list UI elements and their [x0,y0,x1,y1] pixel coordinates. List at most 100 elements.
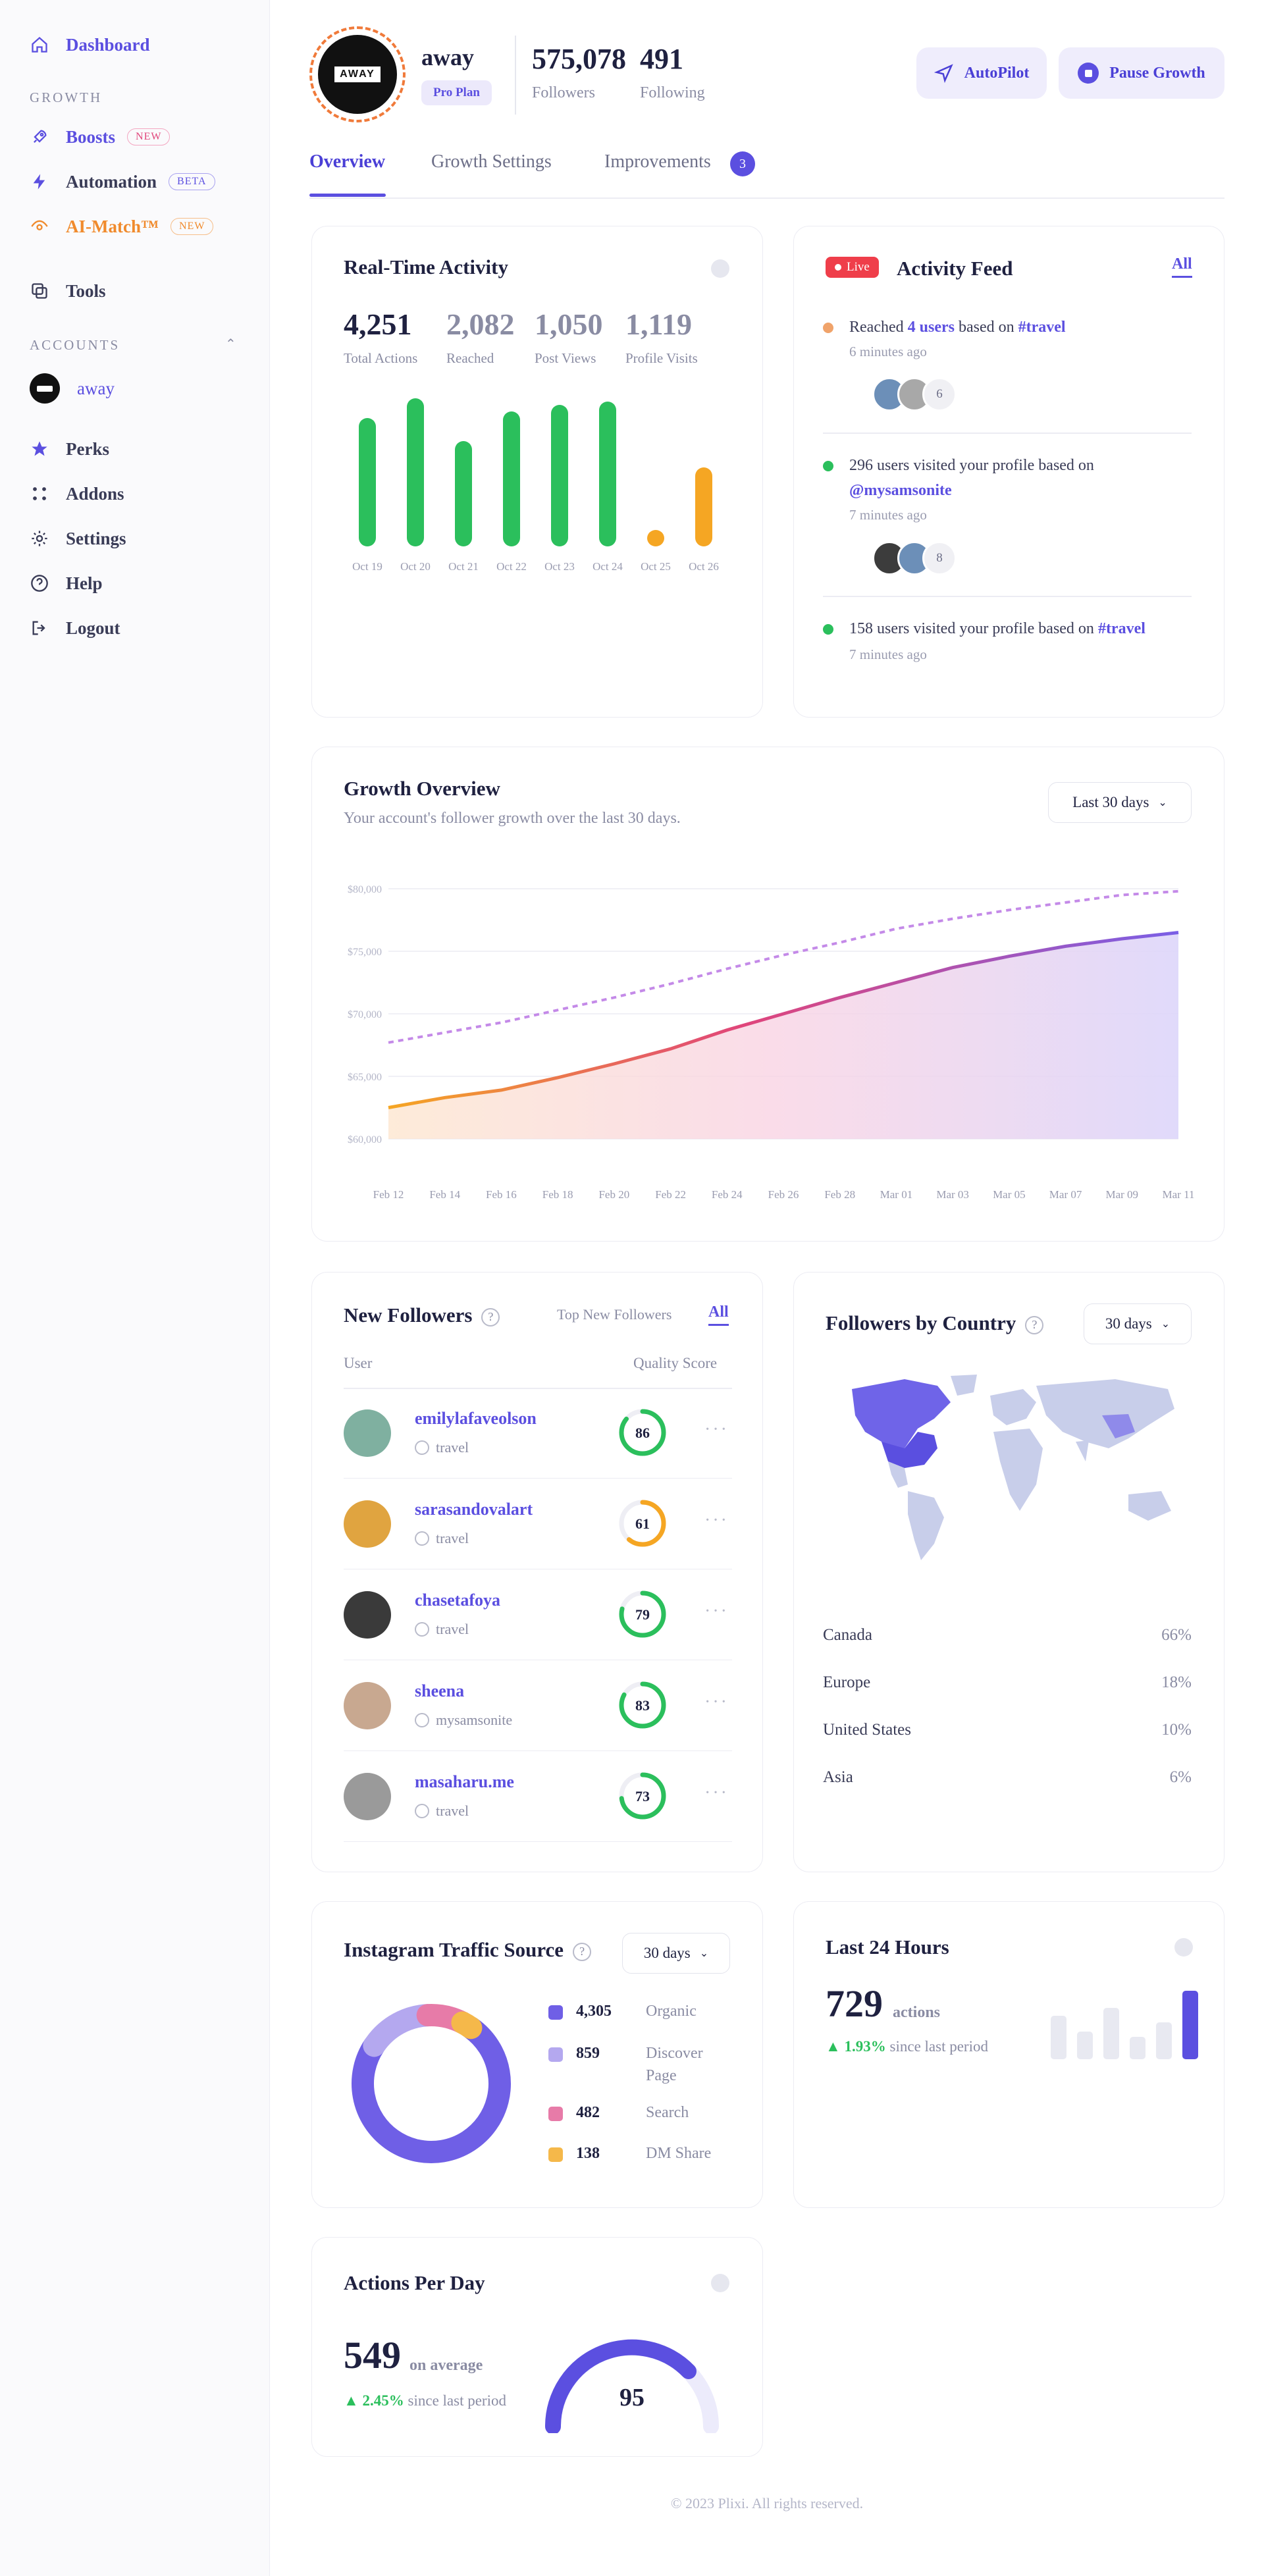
apd-gauge [544,2339,719,2433]
beta-badge: BETA [169,173,215,190]
pause-growth-button[interactable]: Pause Growth [1059,47,1224,99]
realtime-bar-chart: Oct 19 Oct 20 Oct 21 Oct 22 Oct 23 Oct 24 Oct … [352,398,719,573]
sidebar-item-addons[interactable]: Addons [30,481,124,507]
sidebar-label: Boosts [66,126,116,147]
sidebar-item-automation[interactable]: Automation BETA [30,169,215,195]
sidebar-label: away [77,378,115,398]
y-tick-label: $75,000 [348,947,382,958]
tab-growth-settings[interactable]: Growth Settings [431,151,552,172]
more-options-icon[interactable]: ··· [704,1601,729,1622]
sidebar-item-ai-match[interactable]: AI-Match™ NEW [30,213,214,240]
logout-icon [30,618,49,638]
sidebar-item-dashboard[interactable]: Dashboard [30,32,150,58]
live-badge: Live [826,257,879,278]
tab-improvements[interactable]: Improvements [604,151,711,172]
feed-avatar-stack[interactable]: 8 [872,541,957,575]
follower-username[interactable]: masaharu.me [415,1772,514,1792]
more-options-icon[interactable]: ··· [704,1692,729,1713]
stat-post-views: 1,050 [535,307,603,341]
feed-filter-all[interactable]: All [1172,255,1192,278]
score-value: 83 [635,1697,650,1714]
more-options-icon[interactable]: ··· [704,1783,729,1804]
follower-tag: mysamsonite [415,1712,512,1729]
stat-total-actions: 4,251 [344,307,412,341]
filter-top-new-followers[interactable]: Top New Followers [557,1306,672,1323]
x-tick-label: Feb 20 [598,1188,629,1201]
traffic-range-select[interactable]: 30 days ⌄ [622,1933,730,1974]
pause-label: Pause Growth [1109,64,1205,82]
stat-label: Profile Visits [625,350,698,366]
table-row[interactable]: chasetafoya travel 79 ··· [344,1569,732,1660]
more-avatars-count: 6 [922,377,957,411]
table-row[interactable]: emilylafaveolson travel 86 ··· [344,1388,732,1479]
sidebar-item-perks[interactable]: Perks [30,436,109,462]
mini-bar-active [1182,1991,1198,2059]
hashtag-circle-icon [415,1622,429,1637]
avatar[interactable] [344,1591,391,1639]
status-dot [711,259,729,278]
filter-all[interactable]: All [708,1303,729,1326]
sidebar-item-tools[interactable]: Tools [30,278,106,304]
tools-icon [30,281,49,301]
follower-username[interactable]: sheena [415,1681,464,1701]
change-label: since last period [408,2392,506,2409]
sidebar-item-boosts[interactable]: Boosts NEW [30,124,171,150]
country-percent: 6% [1169,1768,1192,1786]
mini-bar [1156,2022,1172,2059]
sidebar-item-logout[interactable]: Logout [30,615,120,641]
help-icon[interactable]: ? [481,1307,500,1327]
table-row[interactable]: masaharu.me travel 73 ··· [344,1751,732,1842]
feed-avatar-stack[interactable]: 6 [872,377,957,411]
follower-username[interactable]: chasetafoya [415,1590,500,1610]
x-tick-label: Mar 05 [993,1188,1026,1201]
feed-item-time: 7 minutes ago [849,646,927,662]
growth-range-select[interactable]: Last 30 days ⌄ [1048,782,1192,823]
autopilot-button[interactable]: AutoPilot [916,47,1047,99]
quality-score-ring: 73 [619,1772,666,1820]
more-options-icon[interactable]: ··· [704,1419,729,1440]
status-dot [1174,1938,1193,1957]
mini-bar [1051,2016,1066,2059]
follower-tag: travel [415,1621,469,1638]
tag-label: travel [436,1530,469,1546]
tab-overview[interactable]: Overview [309,151,385,172]
last24-mini-bars [1051,1991,1198,2059]
profile-avatar: AWAY [318,35,397,114]
map-region-greenland [951,1375,977,1396]
status-dot [711,2274,729,2292]
tag-label: mysamsonite [436,1712,513,1728]
help-icon[interactable]: ? [573,1942,592,1961]
live-label: Live [847,260,870,274]
avatar[interactable] [344,1773,391,1820]
avatar[interactable] [344,1409,391,1457]
legend-item: 4,305 Organic [548,2003,725,2022]
stat-reached: 2,082 [446,307,515,341]
table-row[interactable]: sheena mysamsonite 83 ··· [344,1660,732,1751]
col-header-user: User [344,1355,373,1371]
sidebar-item-help[interactable]: Help [30,570,103,596]
follower-username[interactable]: emilylafaveolson [415,1409,537,1429]
col-header-quality: Quality Score [633,1355,718,1371]
navigation-icon [934,64,953,83]
tag-label: travel [436,1802,469,1819]
follower-username[interactable]: sarasandovalart [415,1500,533,1519]
avatar[interactable] [344,1682,391,1729]
bar [503,411,520,546]
new-followers-title: New Followers? [344,1303,500,1327]
sidebar-account-away[interactable]: away [30,373,115,404]
country-name: Canada [823,1626,872,1644]
avatar[interactable] [344,1500,391,1548]
area-fill [388,932,1178,1139]
countries-range-select[interactable]: 30 days ⌄ [1084,1303,1192,1344]
x-tick-label: Mar 09 [1105,1188,1138,1201]
world-map [852,1375,1174,1560]
sidebar-label: Settings [66,528,126,548]
sidebar-item-settings[interactable]: Settings [30,525,126,552]
tag-label: travel [436,1439,469,1456]
help-icon[interactable]: ? [1025,1315,1044,1334]
chevron-up-icon[interactable]: ⌃ [225,336,236,352]
account-avatar [30,373,60,404]
profile-avatar-ring[interactable]: AWAY [309,26,406,122]
table-row[interactable]: sarasandovalart travel 61 ··· [344,1479,732,1569]
more-options-icon[interactable]: ··· [704,1510,729,1531]
